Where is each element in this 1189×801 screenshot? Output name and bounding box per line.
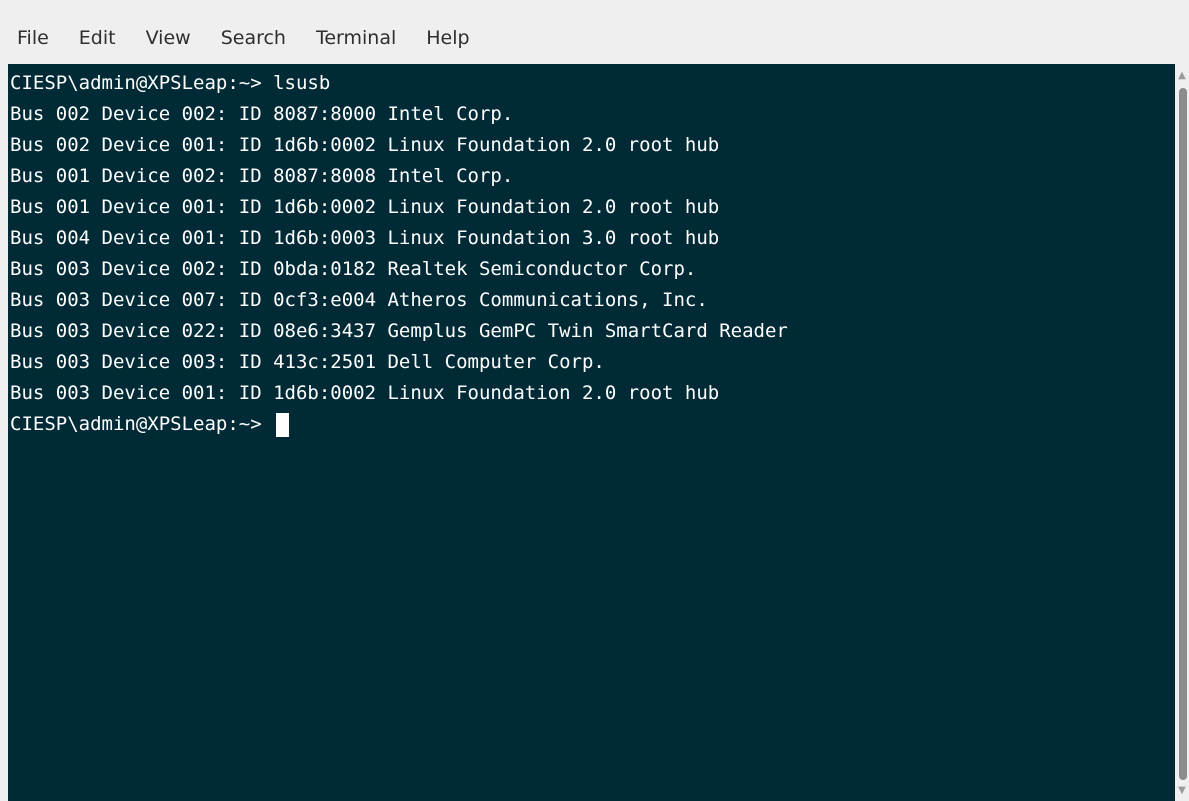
menu-help[interactable]: Help [426, 14, 469, 50]
terminal-line: Bus 003 Device 007: ID 0cf3:e004 Atheros… [10, 289, 708, 311]
terminal-line: Bus 001 Device 002: ID 8087:8008 Intel C… [10, 165, 514, 187]
terminal-window: File Edit View Search Terminal Help CIES… [0, 0, 1189, 801]
terminal-line: Bus 003 Device 022: ID 08e6:3437 Gemplus… [10, 320, 788, 342]
chevron-down-icon[interactable]: ▼ [1176, 785, 1188, 797]
menu-view[interactable]: View [146, 14, 191, 50]
text-cursor [276, 412, 290, 437]
terminal-lines: CIESP\admin@XPSLeap:~> lsusb Bus 002 Dev… [10, 68, 788, 440]
scrollbar-thumb[interactable] [1179, 88, 1187, 780]
terminal-prompt-line[interactable]: CIESP\admin@XPSLeap:~> [10, 409, 788, 440]
menu-search[interactable]: Search [221, 14, 286, 50]
terminal-prompt: CIESP\admin@XPSLeap:~> [10, 413, 274, 435]
terminal-line: Bus 003 Device 001: ID 1d6b:0002 Linux F… [10, 382, 720, 404]
chevron-up-icon[interactable]: ▲ [1176, 70, 1188, 82]
terminal-line: CIESP\admin@XPSLeap:~> lsusb [10, 72, 331, 94]
terminal-line: Bus 004 Device 001: ID 1d6b:0003 Linux F… [10, 227, 720, 249]
terminal-line: Bus 003 Device 002: ID 0bda:0182 Realtek… [10, 258, 697, 280]
terminal-line: Bus 001 Device 001: ID 1d6b:0002 Linux F… [10, 196, 720, 218]
terminal-line: Bus 003 Device 003: ID 413c:2501 Dell Co… [10, 351, 605, 373]
menu-edit[interactable]: Edit [79, 14, 116, 50]
vertical-scrollbar[interactable]: ▲ ▼ [1175, 64, 1189, 801]
terminal-output-area[interactable]: CIESP\admin@XPSLeap:~> lsusb Bus 002 Dev… [8, 64, 1175, 801]
menu-terminal[interactable]: Terminal [316, 14, 396, 50]
terminal-line: Bus 002 Device 002: ID 8087:8000 Intel C… [10, 103, 514, 125]
terminal-line: Bus 002 Device 001: ID 1d6b:0002 Linux F… [10, 134, 720, 156]
menu-file[interactable]: File [17, 14, 49, 50]
menubar: File Edit View Search Terminal Help [0, 0, 1189, 64]
